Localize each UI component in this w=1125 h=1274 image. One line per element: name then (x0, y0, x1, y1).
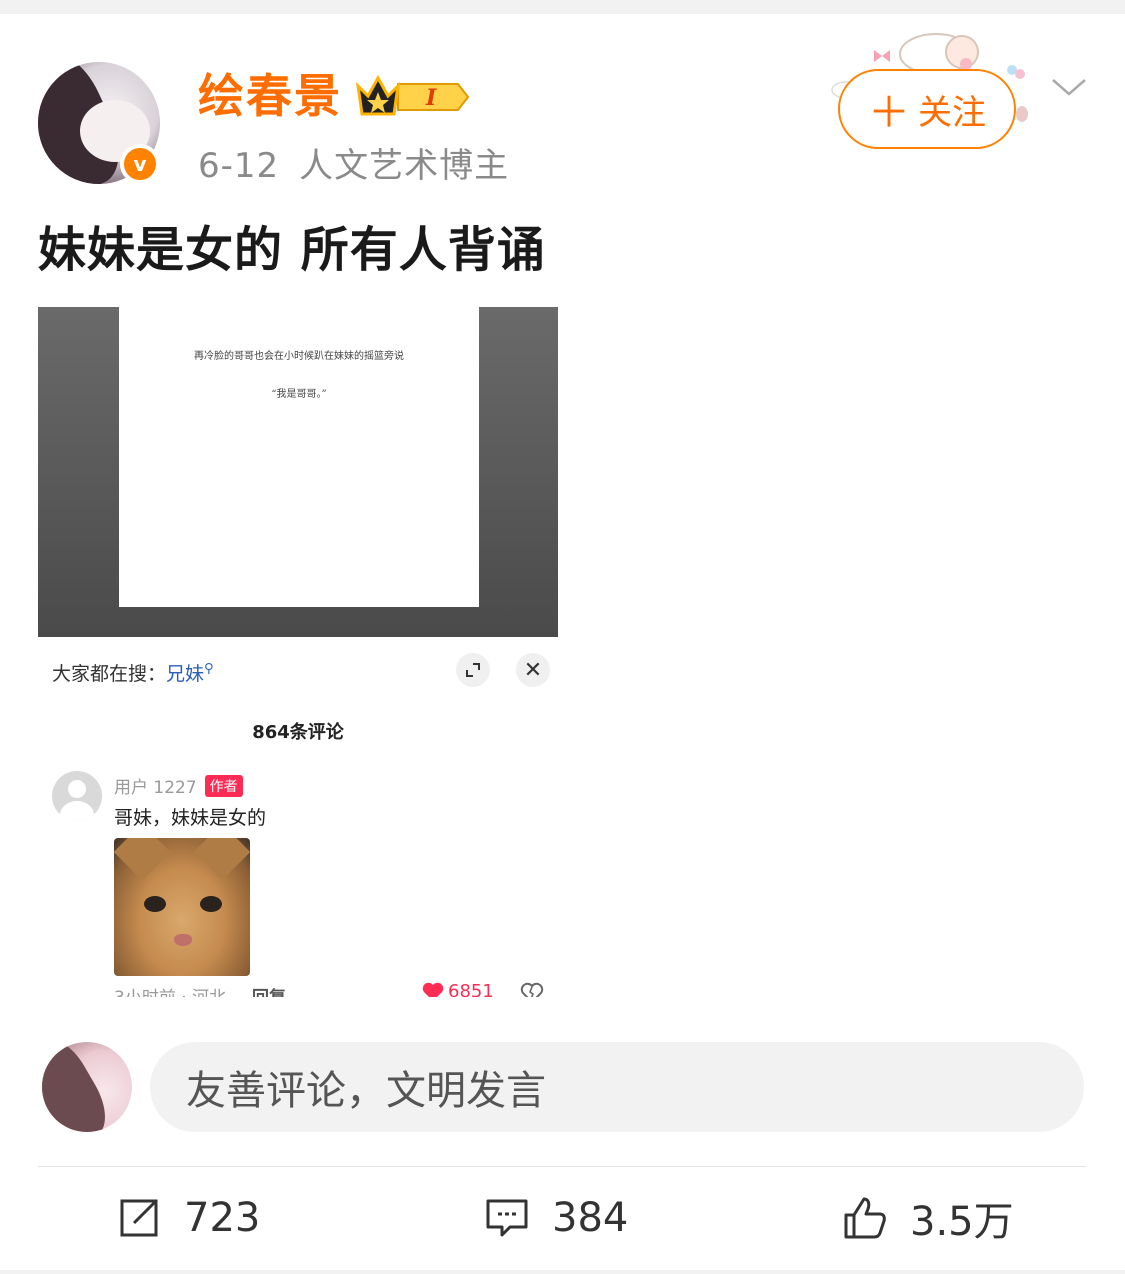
crown-level-icon[interactable]: I (354, 70, 470, 124)
repost-button[interactable]: 723 (116, 1190, 260, 1246)
post-meta: 6-12 人文艺术博主 (198, 138, 509, 187)
close-icon[interactable]: ✕ (516, 653, 550, 687)
follow-label: 关注 (918, 92, 986, 133)
comment-text: 哥妹，妹妹是女的 (114, 807, 267, 829)
repost-count: 723 (184, 1195, 261, 1241)
reply-button[interactable]: 回复 (252, 983, 286, 997)
search-suggestion[interactable]: 大家都在搜：兄妹⚲ (52, 659, 214, 686)
commenter-name[interactable]: 用户 1227 作者 (114, 773, 243, 798)
chevron-down-icon[interactable] (1050, 72, 1088, 102)
video-page: 再冷脸的哥哥也会在小时候趴在妹妹的摇篮旁说 “我是哥哥。” (119, 307, 479, 607)
post-card: v 绘春景 I 6-12 人文艺术博主 ＋ 关注 妹妹是女的 所有人背诵 再冷脸的… (0, 14, 1125, 1270)
post-text: 妹妹是女的 所有人背诵 (38, 222, 546, 278)
cat-meme-image[interactable] (114, 838, 250, 976)
share-icon (120, 1199, 158, 1237)
post-image[interactable]: 再冷脸的哥哥也会在小时候趴在妹妹的摇篮旁说 “我是哥哥。” 大家都在搜：兄妹⚲ … (38, 307, 558, 997)
video-frame[interactable]: 再冷脸的哥哥也会在小时候趴在妹妹的摇篮旁说 “我是哥哥。” (38, 307, 558, 637)
post-date: 6-12 (198, 146, 280, 186)
divider (38, 1166, 1086, 1167)
like-count: 3.5万 (910, 1199, 1014, 1245)
comment-like-count: 6851 (448, 981, 494, 997)
my-avatar (42, 1042, 132, 1132)
search-suggestion-row: 大家都在搜：兄妹⚲ ✕ (38, 651, 558, 691)
video-caption-line2: “我是哥哥。” (271, 389, 327, 400)
comment-count: 864条评论 (252, 722, 344, 743)
comment-like-button[interactable]: 6851 (422, 981, 494, 997)
commenter-username: 用户 1227 (114, 778, 197, 798)
comment-icon (486, 1199, 528, 1237)
broken-heart-icon[interactable] (520, 981, 544, 997)
like-button[interactable]: 3.5万 (842, 1190, 1014, 1246)
follow-button[interactable]: ＋ 关注 (838, 69, 1016, 149)
comment-total: 384 (552, 1195, 629, 1241)
search-prefix: 大家都在搜： (52, 663, 167, 685)
author-tag: 人文艺术博主 (299, 146, 510, 186)
search-icon: ⚲ (204, 661, 214, 677)
commenter-avatar[interactable] (52, 771, 102, 821)
author-name[interactable]: 绘春景 (198, 60, 342, 126)
comment-input[interactable]: 友善评论，文明发言 (150, 1042, 1084, 1132)
video-caption-line1: 再冷脸的哥哥也会在小时候趴在妹妹的摇篮旁说 (194, 351, 404, 362)
search-term[interactable]: 兄妹 (166, 663, 204, 685)
comment-button[interactable]: 384 (484, 1190, 628, 1246)
expand-icon[interactable] (456, 653, 490, 687)
thumbs-up-icon (844, 1197, 886, 1239)
svg-text:I: I (425, 85, 437, 111)
author-badge: 作者 (204, 775, 243, 797)
comment-meta: 3小时前 · 河北 (114, 983, 226, 997)
verified-badge-icon: v (120, 144, 160, 184)
plus-icon: ＋ (867, 87, 910, 137)
heart-icon (422, 982, 444, 997)
